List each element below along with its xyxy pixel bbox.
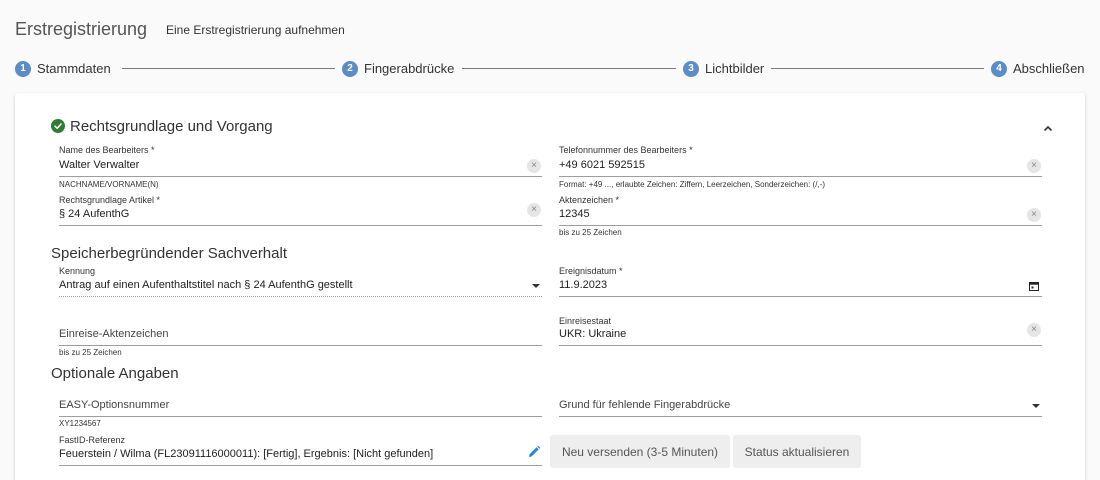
step-number: 1	[15, 60, 31, 77]
identifier-value[interactable]: Antrag auf einen Aufenthaltstitel nach §…	[59, 279, 353, 291]
entry-file-number-field[interactable]: Einreise-Aktenzeichen bis zu 25 Zeichen	[59, 316, 542, 361]
clear-icon[interactable]: ×	[527, 203, 541, 217]
page-subtitle: Eine Erstregistrierung aufnehmen	[166, 23, 345, 37]
clear-icon[interactable]: ×	[1027, 323, 1041, 337]
officer-name-value[interactable]: Walter Verwalter	[59, 159, 139, 171]
chevron-up-icon[interactable]	[1040, 120, 1056, 136]
officer-name-hint: NACHNAME/VORNAME(N)	[59, 180, 159, 189]
file-number-label: Aktenzeichen *	[559, 195, 620, 205]
entry-state-field[interactable]: Einreisestaat UKR: Ukraine ×	[559, 316, 1042, 348]
input-underline	[559, 416, 1042, 417]
input-underline	[559, 225, 1042, 226]
section-title-facts: Speicherbegründender Sachverhalt	[51, 245, 287, 262]
clear-icon[interactable]: ×	[527, 159, 541, 173]
step-label: Lichtbilder	[705, 61, 765, 76]
officer-phone-label: Telefonnummer des Bearbeiters *	[559, 145, 693, 155]
input-underline	[559, 296, 1042, 297]
officer-name-label: Name des Bearbeiters *	[59, 145, 155, 155]
legal-article-field[interactable]: Rechtsgrundlage Artikel * § 24 AufenthG …	[59, 195, 542, 227]
pencil-icon[interactable]	[527, 445, 541, 459]
chevron-down-icon[interactable]	[532, 284, 540, 288]
step-number: 3	[683, 60, 699, 77]
page-title: Erstregistrierung	[15, 19, 148, 39]
input-underline	[59, 296, 542, 297]
step-connector	[122, 68, 335, 69]
fastid-label: FastID-Referenz	[59, 435, 126, 445]
event-date-value[interactable]: 11.9.2023	[559, 279, 607, 291]
easy-option-hint: XY1234567	[59, 419, 101, 428]
step-label: Stammdaten	[37, 61, 111, 76]
step-number: 4	[991, 60, 1007, 77]
officer-name-field[interactable]: Name des Bearbeiters * Walter Verwalter …	[59, 145, 542, 195]
check-circle-icon	[51, 119, 65, 133]
step-connector	[462, 68, 676, 69]
officer-phone-value[interactable]: +49 6021 592515	[559, 159, 645, 171]
identifier-select[interactable]: Kennung Antrag auf einen Aufenthaltstite…	[59, 266, 542, 298]
missing-fingerprints-reason-placeholder[interactable]: Grund für fehlende Fingerabdrücke	[559, 399, 730, 411]
fastid-value[interactable]: Feuerstein / Wilma (FL23091116000011): […	[59, 448, 433, 460]
file-number-hint: bis zu 25 Zeichen	[559, 228, 622, 237]
event-date-label: Ereignisdatum *	[559, 266, 623, 276]
refresh-status-button[interactable]: Status aktualisieren	[733, 435, 861, 468]
fastid-field[interactable]: FastID-Referenz Feuerstein / Wilma (FL23…	[59, 435, 542, 467]
officer-phone-hint: Format: +49 ..., erlaubte Zeichen: Ziffe…	[559, 180, 825, 189]
step-fingerabdruecke[interactable]: 2 Fingerabdrücke	[342, 60, 454, 77]
resend-button[interactable]: Neu versenden (3-5 Minuten)	[550, 435, 730, 468]
step-abschliessen[interactable]: 4 Abschließen	[991, 60, 1085, 77]
step-lichtbilder[interactable]: 3 Lichtbilder	[683, 60, 764, 77]
input-underline	[59, 176, 542, 177]
step-label: Fingerabdrücke	[364, 61, 455, 76]
step-connector	[771, 68, 984, 69]
clear-icon[interactable]: ×	[1027, 159, 1041, 173]
clear-icon[interactable]: ×	[1027, 208, 1041, 222]
entry-file-number-placeholder[interactable]: Einreise-Aktenzeichen	[59, 328, 168, 340]
input-underline	[59, 345, 542, 346]
file-number-field[interactable]: Aktenzeichen * 12345 × bis zu 25 Zeichen	[559, 195, 1042, 240]
legal-article-label: Rechtsgrundlage Artikel *	[59, 195, 161, 205]
step-number: 2	[342, 60, 358, 77]
input-underline	[559, 345, 1042, 346]
input-underline	[59, 416, 542, 417]
missing-fingerprints-reason-select[interactable]: Grund für fehlende Fingerabdrücke	[559, 387, 1042, 419]
entry-state-value[interactable]: UKR: Ukraine	[559, 328, 626, 340]
chevron-down-icon[interactable]	[1032, 404, 1040, 408]
step-stammdaten[interactable]: 1 Stammdaten	[15, 60, 111, 77]
entry-state-label: Einreisestaat	[559, 316, 612, 326]
step-label: Abschließen	[1013, 61, 1085, 76]
calendar-icon[interactable]	[1029, 281, 1039, 291]
legal-article-value[interactable]: § 24 AufenthG	[59, 208, 129, 220]
entry-file-number-hint: bis zu 25 Zeichen	[59, 348, 122, 357]
input-underline	[59, 465, 542, 466]
event-date-field[interactable]: Ereignisdatum * 11.9.2023	[559, 266, 1042, 298]
officer-phone-field[interactable]: Telefonnummer des Bearbeiters * +49 6021…	[559, 145, 1042, 195]
input-underline	[59, 225, 542, 226]
file-number-value[interactable]: 12345	[559, 208, 590, 220]
easy-option-placeholder[interactable]: EASY-Optionsnummer	[59, 399, 169, 411]
identifier-label: Kennung	[59, 266, 96, 276]
input-underline	[559, 176, 1042, 177]
section-title-legal: Rechtsgrundlage und Vorgang	[70, 118, 273, 135]
section-title-optional: Optionale Angaben	[51, 365, 179, 382]
easy-option-field[interactable]: EASY-Optionsnummer XY1234567	[59, 387, 542, 432]
